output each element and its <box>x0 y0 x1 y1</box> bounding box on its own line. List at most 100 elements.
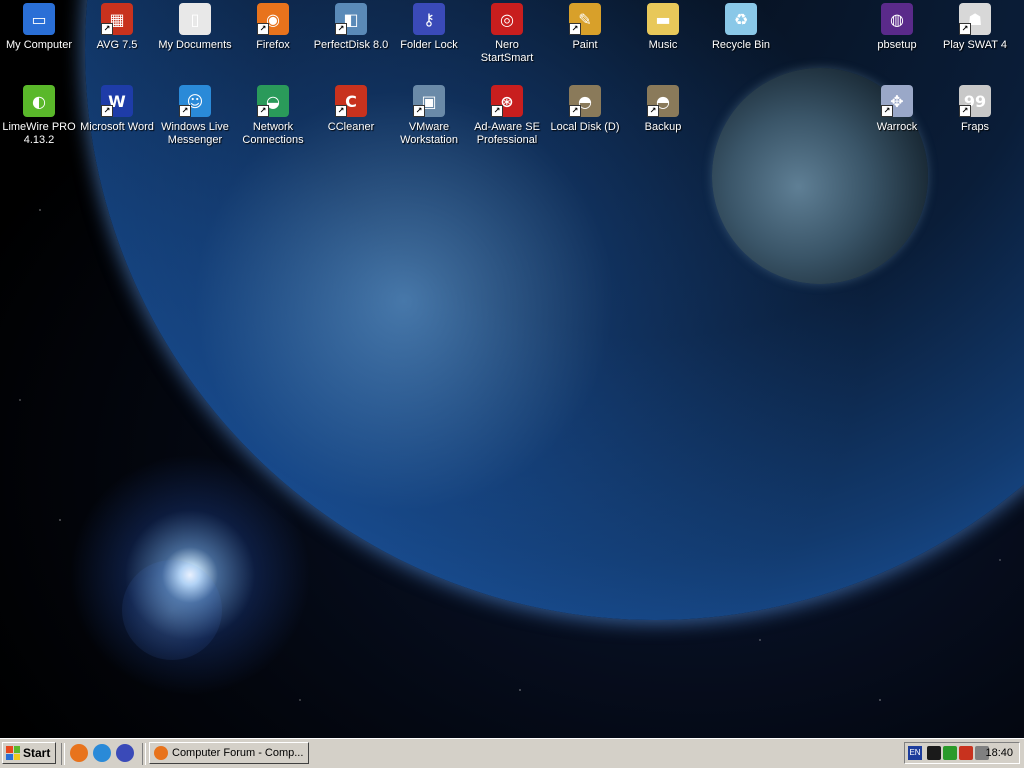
task-button-label: Computer Forum - Comp... <box>172 747 304 759</box>
desktop-icon-label: LimeWire PRO 4.13.2 <box>2 121 76 146</box>
desktop-icon-label: Firefox <box>256 39 290 51</box>
system-tray: EN 18:40 <box>904 742 1020 764</box>
shortcut-arrow-icon: ↗ <box>101 23 113 35</box>
desktop-icon-ad-aware[interactable]: ⊛ ↗ Ad-Aware SE Professional <box>468 85 546 147</box>
shortcut-arrow-icon: ↗ <box>413 105 425 117</box>
warrock-icon: ✥ ↗ <box>881 85 913 117</box>
firefox-quicklaunch-icon[interactable] <box>70 744 88 762</box>
shortcut-arrow-icon: ↗ <box>959 23 971 35</box>
messenger-icon: ☺ ↗ <box>179 85 211 117</box>
shortcut-arrow-icon: ↗ <box>335 23 347 35</box>
shortcut-arrow-icon: ↗ <box>257 23 269 35</box>
start-button[interactable]: Start <box>2 742 56 764</box>
task-button-computer-forum[interactable]: Computer Forum - Comp... <box>149 742 309 764</box>
shortcut-arrow-icon: ↗ <box>101 105 113 117</box>
desktop-icon-pbsetup[interactable]: ◍ pbsetup <box>858 3 936 52</box>
firefox-icon <box>154 746 168 760</box>
folder-lock-icon: ⚷ <box>413 3 445 35</box>
shortcut-arrow-icon: ↗ <box>491 105 503 117</box>
desktop-icon-label: Paint <box>572 39 598 51</box>
desktop-icon-backup[interactable]: ◓ ↗ Backup <box>624 85 702 134</box>
network-tray-icon[interactable] <box>943 746 957 760</box>
desktop-icon-messenger[interactable]: ☺ ↗ Windows Live Messenger <box>156 85 234 147</box>
desktop-icon-label: My Computer <box>5 39 73 51</box>
avg-icon: ▦ ↗ <box>101 3 133 35</box>
desktop-icon-label: Network Connections <box>242 121 304 146</box>
desktop-icon-label: Play SWAT 4 <box>943 39 1007 51</box>
desktop: ▭ My Computer ▦ ↗ AVG 7.5 ▯ My Documents ◉ ↗ Fire… <box>0 0 1024 738</box>
windows-logo-icon <box>6 746 20 760</box>
my-computer-icon: ▭ <box>23 3 55 35</box>
music-folder-icon: ▬ <box>647 3 679 35</box>
browser-quicklaunch-icon[interactable] <box>93 744 111 762</box>
desktop-icon-label: AVG 7.5 <box>96 39 138 51</box>
shortcut-arrow-icon: ↗ <box>257 105 269 117</box>
shortcut-arrow-icon: ↗ <box>179 105 191 117</box>
desktop-icon-label: PerfectDisk 8.0 <box>313 39 389 51</box>
desktop-icon-folder-lock[interactable]: ⚷ Folder Lock <box>390 3 468 52</box>
desktop-icon-paint[interactable]: ✎ ↗ Paint <box>546 3 624 52</box>
firefox-icon: ◉ ↗ <box>257 3 289 35</box>
fraps-icon: 99 ↗ <box>959 85 991 117</box>
shortcut-arrow-icon: ↗ <box>335 105 347 117</box>
taskbar-separator <box>142 743 146 765</box>
desktop-icon-local-disk[interactable]: ◓ ↗ Local Disk (D) <box>546 85 624 134</box>
limewire-icon: ◐ <box>23 85 55 117</box>
desktop-icon-label: My Documents <box>158 39 232 51</box>
desktop-icon-label: VMware Workstation <box>400 121 458 146</box>
desktop-icon-nero[interactable]: ◎ Nero StartSmart <box>468 3 546 65</box>
desktop-icon-limewire[interactable]: ◐ LimeWire PRO 4.13.2 <box>0 85 78 147</box>
backup-icon: ◓ ↗ <box>647 85 679 117</box>
desktop-icon-my-computer[interactable]: ▭ My Computer <box>0 3 78 52</box>
clock[interactable]: 18:40 <box>985 747 1013 759</box>
ccleaner-icon: C ↗ <box>335 85 367 117</box>
desktop-icon-swat4[interactable]: ☗ ↗ Play SWAT 4 <box>936 3 1014 52</box>
desktop-icon-label: Music <box>648 39 678 51</box>
desktop-icon-label: Windows Live Messenger <box>161 121 229 146</box>
start-label: Start <box>23 746 51 760</box>
network-icon: ◒ ↗ <box>257 85 289 117</box>
local-disk-icon: ◓ ↗ <box>569 85 601 117</box>
desktop-icon-label: CCleaner <box>327 121 375 133</box>
desktop-icon-label: pbsetup <box>877 39 917 51</box>
desktop-icon-label: Nero StartSmart <box>480 39 534 64</box>
nero-icon: ◎ <box>491 3 523 35</box>
desktop-icon-label: Backup <box>644 121 682 133</box>
taskbar-separator <box>61 743 65 765</box>
shortcut-arrow-icon: ↗ <box>569 105 581 117</box>
desktop-icon-network[interactable]: ◒ ↗ Network Connections <box>234 85 312 147</box>
paint-icon: ✎ ↗ <box>569 3 601 35</box>
recycle-bin-icon: ♻ <box>725 3 757 35</box>
folder-lock-quicklaunch-icon[interactable] <box>116 744 134 762</box>
desktop-icon-ccleaner[interactable]: C ↗ CCleaner <box>312 85 390 134</box>
desktop-icon-label: Microsoft Word <box>80 121 154 133</box>
avg-tray-icon[interactable] <box>959 746 973 760</box>
desktop-icon-label: Recycle Bin <box>711 39 771 51</box>
desktop-icon-music-folder[interactable]: ▬ Music <box>624 3 702 52</box>
shortcut-arrow-icon: ↗ <box>881 105 893 117</box>
shortcut-arrow-icon: ↗ <box>647 105 659 117</box>
shortcut-arrow-icon: ↗ <box>959 105 971 117</box>
shortcut-arrow-icon: ↗ <box>569 23 581 35</box>
vmware-icon: ▣ ↗ <box>413 85 445 117</box>
desktop-icon-avg[interactable]: ▦ ↗ AVG 7.5 <box>78 3 156 52</box>
desktop-icon-perfectdisk[interactable]: ◧ ↗ PerfectDisk 8.0 <box>312 3 390 52</box>
desktop-icon-fraps[interactable]: 99 ↗ Fraps <box>936 85 1014 134</box>
desktop-icon-label: Ad-Aware SE Professional <box>474 121 540 146</box>
word-icon: W ↗ <box>101 85 133 117</box>
language-indicator[interactable]: EN <box>908 746 922 760</box>
desktop-icon-warrock[interactable]: ✥ ↗ Warrock <box>858 85 936 134</box>
desktop-icon-label: Warrock <box>876 121 918 133</box>
ad-aware-icon: ⊛ ↗ <box>491 85 523 117</box>
my-documents-icon: ▯ <box>179 3 211 35</box>
perfectdisk-icon: ◧ ↗ <box>335 3 367 35</box>
desktop-icon-label: Folder Lock <box>400 39 458 51</box>
desktop-icon-my-documents[interactable]: ▯ My Documents <box>156 3 234 52</box>
desktop-icon-label: Local Disk (D) <box>550 121 620 133</box>
desktop-icon-firefox[interactable]: ◉ ↗ Firefox <box>234 3 312 52</box>
desktop-icon-vmware[interactable]: ▣ ↗ VMware Workstation <box>390 85 468 147</box>
desktop-icon-recycle-bin[interactable]: ♻ Recycle Bin <box>702 3 780 52</box>
desktop-icon-label: Fraps <box>960 121 990 133</box>
fraps-tray-icon[interactable] <box>927 746 941 760</box>
desktop-icon-word[interactable]: W ↗ Microsoft Word <box>78 85 156 134</box>
